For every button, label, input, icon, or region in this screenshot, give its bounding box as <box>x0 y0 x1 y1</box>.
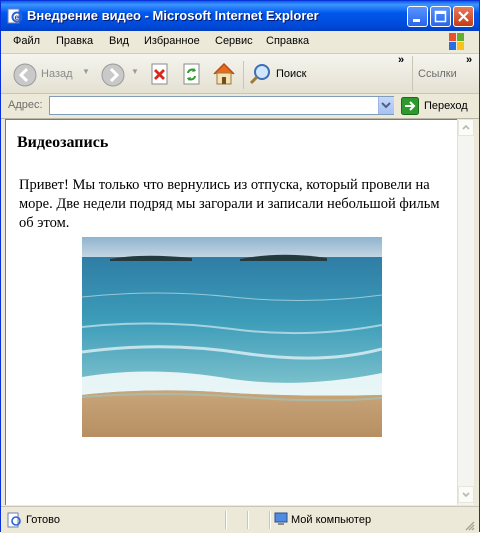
zone-text: Мой компьютер <box>291 514 372 526</box>
toolbar: Назад ▼ ▼ Поиск » » Ссылки <box>1 54 479 94</box>
status-bar: Готово Мой компьютер <box>1 506 479 533</box>
menu-favorites[interactable]: Избранное <box>144 35 200 47</box>
go-button[interactable]: Переход <box>401 97 477 115</box>
scroll-up-button[interactable] <box>458 119 474 136</box>
status-text: Готово <box>26 514 60 526</box>
menu-file[interactable]: Файл <box>13 35 40 47</box>
go-button-label: Переход <box>424 100 468 112</box>
status-separator <box>247 511 249 529</box>
page-paragraph: Привет! Мы только что вернулись из отпус… <box>19 177 440 231</box>
forward-icon[interactable] <box>101 63 125 87</box>
back-icon[interactable] <box>13 63 37 87</box>
title-bar[interactable]: e Внедрение видео - Microsoft Internet E… <box>1 1 479 31</box>
minimize-button[interactable] <box>407 6 428 27</box>
toolbar-separator <box>243 61 244 89</box>
stop-icon[interactable] <box>149 63 171 85</box>
address-label: Адрес: <box>8 99 43 111</box>
address-dropdown-button[interactable] <box>378 97 394 114</box>
maximize-icon <box>434 10 447 23</box>
windows-logo-icon <box>449 33 464 50</box>
back-dropdown-icon[interactable]: ▼ <box>82 67 90 76</box>
links-label[interactable]: Ссылки <box>418 68 457 80</box>
menu-bar: Файл Правка Вид Избранное Сервис Справка <box>1 31 479 54</box>
page-status-icon <box>7 512 21 528</box>
ie-icon: e <box>7 8 23 24</box>
svg-text:e: e <box>15 13 20 22</box>
chevron-down-icon <box>462 492 470 498</box>
address-input[interactable] <box>49 96 394 115</box>
status-separator <box>225 511 227 529</box>
my-computer-icon <box>274 512 288 525</box>
scroll-down-button[interactable] <box>458 486 474 503</box>
window-title: Внедрение видео - Microsoft Internet Exp… <box>27 8 319 23</box>
menu-edit[interactable]: Правка <box>56 35 93 47</box>
resize-grip-icon[interactable] <box>463 519 475 531</box>
page-heading: Видеозапись <box>17 134 109 151</box>
toolbar-separator <box>412 56 413 91</box>
chevron-down-icon <box>381 102 391 109</box>
vertical-scrollbar[interactable] <box>457 119 474 505</box>
minimize-icon <box>413 19 420 22</box>
address-bar: Адрес: Переход <box>1 94 479 119</box>
menu-help[interactable]: Справка <box>266 35 309 47</box>
back-button-label[interactable]: Назад <box>41 68 73 80</box>
forward-dropdown-icon[interactable]: ▼ <box>131 67 139 76</box>
home-icon[interactable] <box>211 61 237 87</box>
search-icon[interactable] <box>249 62 273 86</box>
go-arrow-icon <box>401 97 419 115</box>
close-icon <box>458 11 469 22</box>
beach-video-image[interactable] <box>82 237 382 437</box>
toolbar-chevron-icon[interactable]: » <box>398 54 404 66</box>
refresh-icon[interactable] <box>181 63 203 85</box>
menu-tools[interactable]: Сервис <box>215 35 253 47</box>
chevron-up-icon <box>462 124 470 130</box>
status-separator <box>269 511 271 529</box>
search-button-label[interactable]: Поиск <box>276 68 306 80</box>
menu-view[interactable]: Вид <box>109 35 129 47</box>
page-content: Видеозапись Привет! Мы только что вернул… <box>5 119 457 505</box>
maximize-button[interactable] <box>430 6 451 27</box>
close-button[interactable] <box>453 6 474 27</box>
browser-window: e Внедрение видео - Microsoft Internet E… <box>0 0 480 533</box>
links-chevron-icon[interactable]: » <box>466 54 472 66</box>
